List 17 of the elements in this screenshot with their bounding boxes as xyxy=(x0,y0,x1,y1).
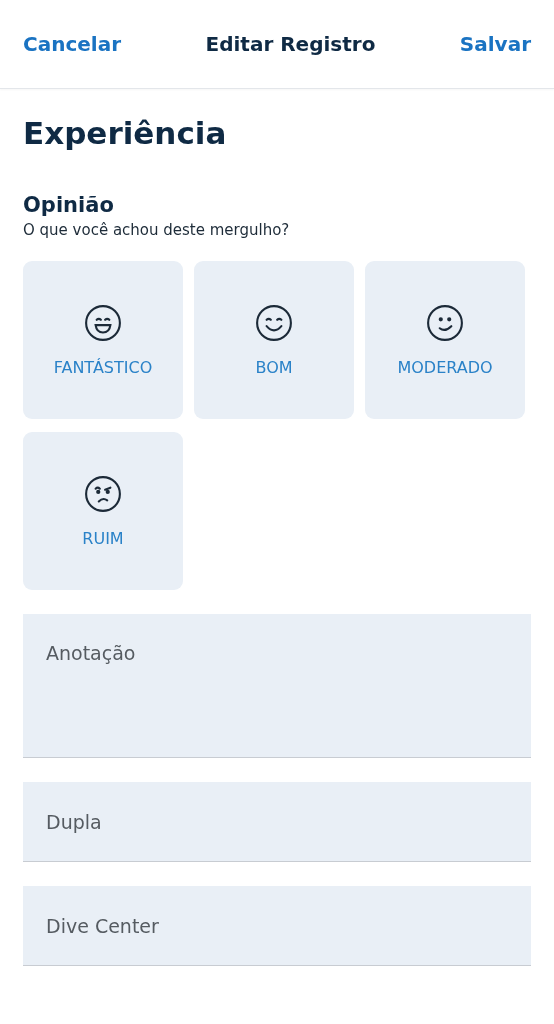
frowning-face-icon xyxy=(84,474,122,513)
opinion-title: Opinião xyxy=(23,193,115,217)
rating-option[interactable]: FANTÁSTICO xyxy=(23,261,183,419)
input-field[interactable]: Dive Center xyxy=(23,886,531,966)
smiling-face-icon xyxy=(255,303,293,342)
smiling-face-icon xyxy=(426,303,464,342)
input-field[interactable]: Dupla xyxy=(23,782,531,862)
screen-title: Editar Registro xyxy=(205,32,376,56)
rating-option[interactable]: RUIM xyxy=(23,432,183,590)
save-button[interactable]: Salvar xyxy=(459,32,531,56)
rating-option[interactable]: MODERADO xyxy=(365,261,525,419)
notes-field[interactable]: Anotação xyxy=(23,614,531,758)
rating-option[interactable]: BOM xyxy=(194,261,354,419)
opinion-subtitle: O que você achou deste mergulho? xyxy=(23,221,291,239)
smiling-face-icon xyxy=(84,303,122,342)
cancel-button[interactable]: Cancelar xyxy=(23,32,122,56)
section-title: Experiência xyxy=(23,115,228,151)
